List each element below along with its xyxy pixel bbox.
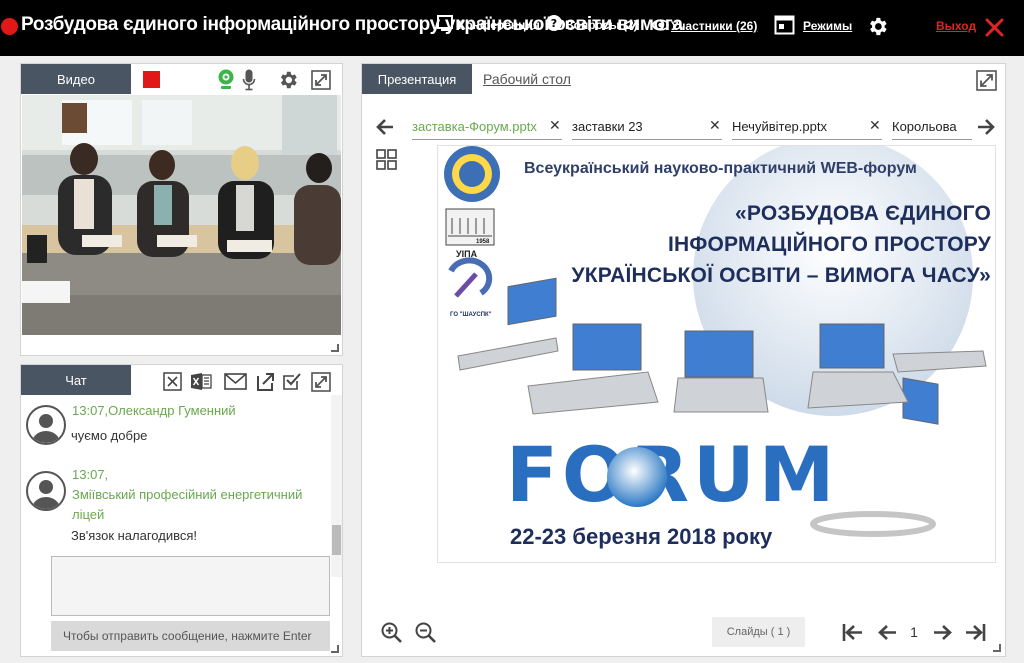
microphone-icon[interactable]: [242, 69, 256, 91]
chat-scrollbar-thumb[interactable]: [332, 525, 341, 555]
send-hint[interactable]: Чтобы отправить сообщение, нажмите Enter: [51, 621, 330, 651]
chat-message-time: 13:07,: [72, 467, 109, 482]
chat-scrollbar[interactable]: [331, 395, 342, 577]
webcam-icon[interactable]: [217, 69, 235, 91]
chat-panel: Чат 13:07,Олександр Гуменний чуємо добре: [20, 364, 343, 657]
close-icon[interactable]: ✕: [549, 114, 561, 138]
video-stream-image: [22, 95, 341, 335]
presentation-tab[interactable]: Презентация: [362, 64, 472, 94]
participants-link[interactable]: Участники (26): [671, 19, 757, 33]
presentation-panel: Презентация Рабочий стол заставка-Форум.…: [361, 63, 1006, 657]
exit-link[interactable]: Выход: [936, 19, 976, 33]
file-tab-label: Нечуйвітер.pptx: [732, 119, 827, 134]
video-panel: Видео: [20, 63, 343, 356]
slide-title-line: ІНФОРМАЦІЙНОГО ПРОСТОРУ: [667, 233, 991, 256]
recording-indicator: [1, 18, 18, 35]
svg-text:?: ?: [551, 17, 557, 30]
zoom-out-icon[interactable]: [415, 622, 436, 643]
chat-message-header: 13:07,Олександр Гуменний: [72, 401, 322, 421]
slide-logo-org: ГО "ШАУСПК": [450, 312, 492, 318]
chat-message-author: Зміївський професійний енергетичний ліце…: [72, 487, 303, 522]
video-settings-icon[interactable]: [277, 69, 299, 91]
excel-export-icon[interactable]: [190, 372, 212, 391]
modes-icon[interactable]: [774, 15, 795, 35]
modes-link[interactable]: Режимы: [803, 19, 852, 33]
gear-icon[interactable]: [866, 15, 889, 38]
slide-title: «РОЗБУДОВА ЄДИНОГО ІНФОРМАЦІЙНОГО ПРОСТО…: [572, 198, 991, 291]
conference-icon[interactable]: [436, 14, 454, 32]
video-tab[interactable]: Видео: [21, 64, 131, 94]
slide-logo-text: 1958 УІПА: [456, 239, 489, 259]
slide-date: 22-23 березня 2018 року: [510, 524, 773, 549]
current-page-number: 1: [910, 624, 918, 640]
checkbox-icon[interactable]: [282, 372, 302, 391]
close-icon[interactable]: [985, 18, 1004, 37]
chat-tab[interactable]: Чат: [21, 365, 131, 395]
presentation-slide: FORUM Всеукраїнський науково-практичний …: [437, 145, 996, 563]
close-icon[interactable]: ✕: [869, 114, 881, 138]
file-tabs: заставка-Форум.pptx ✕ заставки 23 ✕ Нечу…: [406, 114, 972, 140]
conference-link[interactable]: Конференция: [458, 18, 540, 32]
slide-logo-year: 1958: [476, 239, 490, 245]
presentation-expand-icon[interactable]: [976, 70, 997, 91]
chat-message-time: 13:07,: [72, 403, 109, 418]
video-feed: [22, 95, 341, 335]
file-tab-label: заставка-Форум.pptx: [412, 119, 537, 134]
thumbnails-grid-icon[interactable]: [376, 149, 397, 170]
slide-title-line: «РОЗБУДОВА ЄДИНОГО: [735, 202, 991, 225]
file-tab-label: заставки 23: [572, 119, 643, 134]
previous-slide-icon[interactable]: [877, 622, 898, 643]
close-icon[interactable]: ✕: [709, 114, 721, 138]
chat-expand-icon[interactable]: [311, 372, 331, 392]
file-tab[interactable]: Корольова: [892, 114, 972, 140]
file-tab[interactable]: Нечуйвітер.pptx ✕: [732, 114, 882, 140]
desktop-tab[interactable]: Рабочий стол: [483, 71, 571, 87]
mail-icon[interactable]: [224, 372, 247, 391]
chat-message-input[interactable]: [51, 556, 330, 616]
slide-forum-word: FORUM: [506, 430, 838, 519]
presentation-resize-handle[interactable]: [993, 644, 1001, 652]
top-bar: Розбудова єдиного інформаційного простор…: [0, 0, 1024, 56]
arrow-right-icon[interactable]: [977, 118, 995, 136]
zoom-in-icon[interactable]: [381, 622, 402, 643]
export-icon[interactable]: [257, 372, 274, 391]
file-tab-label: Корольова: [892, 119, 957, 134]
slide-logo-abbr: УІПА: [456, 249, 478, 259]
eye-icon: [652, 19, 669, 31]
avatar: [26, 405, 66, 445]
record-stop-button[interactable]: [143, 71, 160, 88]
slides-counter: Слайды ( 1 ): [712, 617, 805, 647]
last-slide-icon[interactable]: [965, 622, 986, 643]
chat-message-text: чуємо добре: [71, 428, 148, 443]
clear-chat-icon[interactable]: [163, 372, 182, 391]
questions-icon[interactable]: ?: [545, 14, 563, 32]
questions-link[interactable]: Вопросы (2): [565, 18, 638, 32]
first-slide-icon[interactable]: [842, 622, 863, 643]
next-slide-icon[interactable]: [932, 622, 953, 643]
arrow-left-icon[interactable]: [376, 118, 394, 136]
slide-title-line: УКРАЇНСЬКОЇ ОСВІТИ – ВИМОГА ЧАСУ»: [571, 264, 991, 287]
chat-message-author: Олександр Гуменний: [108, 403, 236, 418]
slide-heading: Всеукраїнський науково-практичний WEB-фо…: [524, 160, 917, 177]
chat-resize-handle[interactable]: [331, 645, 339, 653]
file-tab[interactable]: заставка-Форум.pptx ✕: [412, 114, 562, 140]
expand-icon[interactable]: [311, 70, 331, 90]
chat-message-text: Зв'язок налагодився!: [71, 528, 198, 543]
avatar: [26, 471, 66, 511]
video-resize-handle[interactable]: [331, 344, 339, 352]
file-tab[interactable]: заставки 23 ✕: [572, 114, 722, 140]
